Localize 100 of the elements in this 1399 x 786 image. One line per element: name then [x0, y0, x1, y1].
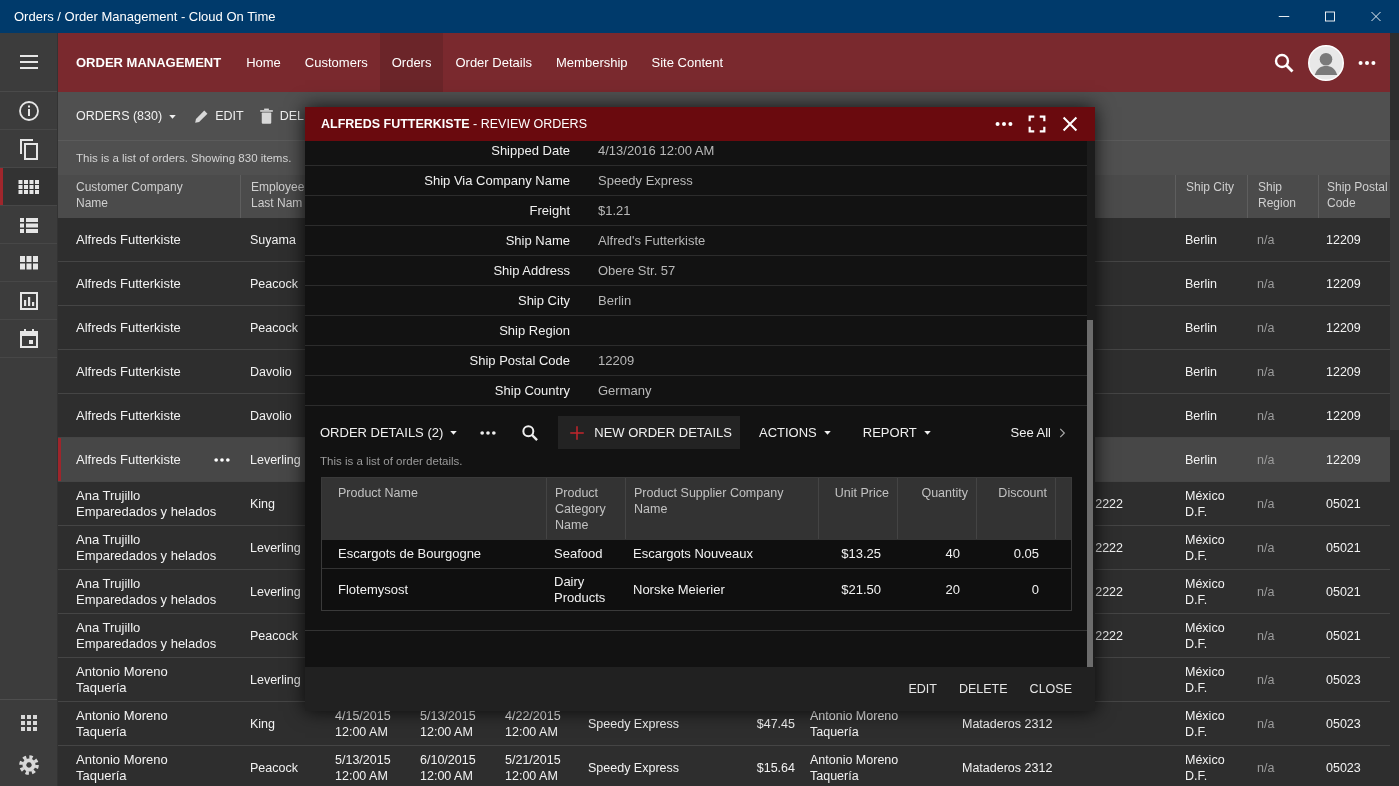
table-cell-text: México D.F.: [1185, 619, 1226, 652]
table-cell: $13.25: [841, 546, 881, 562]
column-header[interactable]: Employee Last Nam: [251, 179, 307, 211]
table-cell-text: Ana Trujillo Emparedados y helados: [76, 619, 218, 652]
field-value: $1.21: [598, 203, 631, 218]
table-cell: Alfreds Futterkiste: [76, 275, 181, 292]
column-header[interactable]: Customer Company Name: [76, 179, 210, 211]
field-label: Ship Via Company Name: [423, 173, 570, 188]
table-cell: 12209: [1326, 451, 1361, 468]
table-cell: Alfreds Futterkiste: [76, 407, 181, 424]
table-cell: 05021: [1326, 627, 1361, 644]
field-label: Ship Region: [498, 323, 570, 338]
table-cell-text: 5/13/2015 12:00 AM: [335, 751, 392, 784]
table-cell: n/a: [1257, 363, 1275, 380]
table-cell: n/a: [1257, 583, 1275, 600]
table-cell: Berlin: [1185, 231, 1217, 248]
edit-button[interactable]: EDIT: [192, 106, 244, 126]
table-cell: Berlin: [1185, 319, 1217, 336]
table-cell: $21.50: [841, 581, 881, 598]
column-header[interactable]: Quantity: [906, 485, 968, 501]
field-value: Speedy Express: [598, 173, 693, 188]
nav-link[interactable]: Site Content: [639, 33, 736, 92]
column-header[interactable]: Unit Price: [827, 485, 889, 501]
table-cell: n/a: [1257, 671, 1275, 688]
table-cell: King: [250, 495, 276, 512]
dropdown-button[interactable]: REPORT: [862, 416, 934, 449]
new-button[interactable]: NEW ORDER DETAILS: [558, 416, 740, 449]
column-header[interactable]: Ship Postal Code: [1327, 179, 1390, 211]
field-label: Ship Country: [493, 383, 570, 398]
info-icon: [16, 98, 41, 123]
table-cell: Leverling: [250, 671, 301, 688]
column-header[interactable]: Product Name: [338, 485, 538, 501]
table-cell: n/a: [1257, 451, 1275, 468]
field-value: Obere Str. 57: [598, 263, 676, 278]
scrollbar-thumb[interactable]: [1087, 320, 1093, 667]
column-header[interactable]: Product Supplier Company Name: [634, 485, 810, 517]
table-cell: 20: [945, 581, 960, 598]
table-cell: 12209: [1326, 231, 1361, 248]
table-cell-text: México D.F.: [1185, 575, 1226, 608]
table-cell: 12209: [1326, 407, 1361, 424]
table-cell: $15.64: [756, 759, 795, 776]
table-cell-text: 4/15/2015 12:00 AM: [335, 707, 392, 740]
table-cell: n/a: [1257, 407, 1275, 424]
table-cell: Alfreds Futterkiste: [76, 451, 181, 468]
field-value: 12209: [598, 353, 635, 368]
table-cell: 40: [945, 546, 960, 562]
see-all-link[interactable]: See All: [1010, 416, 1069, 449]
column-header[interactable]: Ship Region: [1258, 179, 1304, 211]
list-description: This is a list of orders. Showing 830 items.: [76, 152, 292, 164]
view-dropdown[interactable]: ORDERS (830): [76, 109, 180, 123]
field-label: Freight: [528, 203, 570, 218]
table-cell-text: Antonio Moreno Taquería: [76, 663, 169, 696]
table-cell: Peacock: [250, 627, 298, 644]
table-cell: King: [250, 715, 276, 732]
table-cell: 05021: [1326, 583, 1361, 600]
table-cell: $47.45: [756, 715, 795, 732]
table-cell: Escargots Nouveaux: [633, 546, 753, 562]
table-cell: 05021: [1326, 539, 1361, 556]
table-cell: n/a: [1257, 275, 1275, 292]
table-cell: n/a: [1257, 715, 1275, 732]
field-label: Shipped Date: [490, 143, 570, 158]
scrollbar[interactable]: [1390, 140, 1399, 430]
dropdown-button[interactable]: ORDER DETAILS (2): [320, 416, 461, 449]
nav-link[interactable]: Orders: [379, 33, 444, 92]
dropdown-button[interactable]: ACTIONS: [759, 416, 834, 449]
trash-button[interactable]: DEL: [256, 106, 304, 126]
table-cell: 05021: [1326, 495, 1361, 512]
nav-link[interactable]: Membership: [544, 33, 640, 92]
table-cell: 12209: [1326, 319, 1361, 336]
column-header[interactable]: Product Category Name: [555, 485, 617, 533]
field-value: Berlin: [598, 293, 632, 308]
table-cell: Davolio: [250, 407, 292, 424]
table-cell: Escargots de Bourgogne: [338, 546, 482, 562]
field-value: Germany: [598, 383, 652, 398]
avatar[interactable]: [1308, 44, 1344, 81]
table-cell: 2222: [1095, 627, 1123, 644]
nav-link[interactable]: Order Details: [443, 33, 545, 92]
table-cell: Norske Meierier: [633, 581, 725, 598]
table-cell: n/a: [1257, 231, 1275, 248]
column-header[interactable]: Ship City: [1186, 179, 1245, 195]
table-cell: Mataderos 2312: [962, 715, 1053, 732]
table-cell: Leverling: [250, 451, 301, 468]
field-label: Ship Name: [504, 233, 570, 248]
table-cell-text: 6/10/2015 12:00 AM: [420, 751, 477, 784]
table-cell: n/a: [1257, 759, 1275, 776]
column-header[interactable]: Discount: [985, 485, 1047, 501]
field-value: 4/13/2016 12:00 AM: [598, 143, 715, 158]
settings-icon: [16, 753, 41, 777]
fullscreen-icon[interactable]: [1026, 113, 1048, 135]
footer-button[interactable]: CLOSE: [1029, 682, 1072, 696]
table-cell-text: México D.F.: [1185, 531, 1226, 564]
table-cell-text: Antonio Moreno Taquería: [76, 751, 169, 784]
search-icon[interactable]: [520, 422, 541, 443]
sidebar-button[interactable]: [0, 168, 57, 206]
table-cell: Speedy Express: [588, 715, 680, 732]
nav-link[interactable]: Customers: [292, 33, 380, 92]
footer-button[interactable]: EDIT: [908, 682, 937, 696]
footer-button[interactable]: DELETE: [958, 682, 1008, 696]
nav-link[interactable]: Home: [234, 33, 293, 92]
table-cell: Berlin: [1185, 451, 1217, 468]
